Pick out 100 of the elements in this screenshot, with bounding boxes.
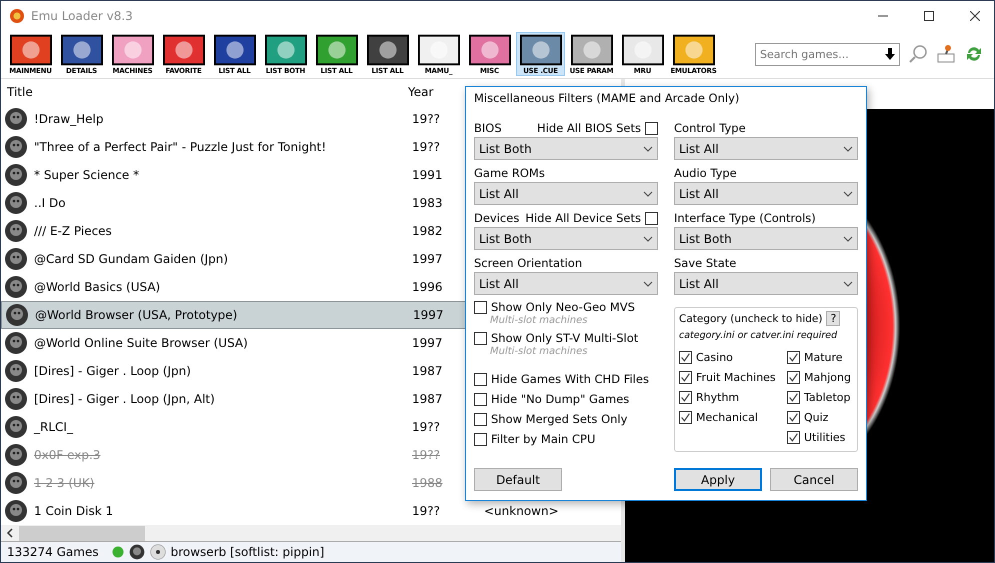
- window-title: Emu Loader v8.3: [31, 8, 133, 22]
- checkmark-icon: [680, 372, 691, 382]
- search-icon[interactable]: [908, 44, 928, 64]
- game-icon: [5, 303, 29, 327]
- category-checkbox[interactable]: Tabletop: [787, 389, 851, 405]
- category-checkbox[interactable]: Fruit Machines: [679, 369, 783, 385]
- filter-label: Devices: [474, 211, 520, 225]
- filter-label: Control Type: [674, 121, 746, 135]
- game-title: !Draw_Help: [34, 112, 105, 126]
- game-year: 19??: [411, 448, 442, 462]
- game-icon: [4, 415, 28, 439]
- dialog-button[interactable]: Cancel: [770, 468, 858, 491]
- option-note: Multi-slot machines: [489, 315, 588, 326]
- game-title: [Dires] - Giger . Loop (Jpn): [34, 364, 192, 378]
- game-year: 1997: [411, 252, 444, 266]
- app-logo-icon: [9, 8, 25, 24]
- dropdown[interactable]: List All: [674, 272, 858, 295]
- dropdown[interactable]: List All: [674, 182, 858, 205]
- category-note: category.ini or catver.ini required: [679, 330, 838, 341]
- option-note: Multi-slot machines: [489, 346, 588, 357]
- option-checkbox[interactable]: Show Only ST-V Multi-Slot: [474, 330, 658, 346]
- game-year: 1987: [411, 364, 444, 378]
- category-checkbox[interactable]: Utilities: [787, 429, 851, 445]
- status-dot-icon: [112, 546, 124, 558]
- dropdown[interactable]: List All: [474, 182, 658, 205]
- game-icon: [4, 247, 28, 271]
- dropdown[interactable]: List Both: [474, 137, 658, 160]
- chevron-down-icon: [643, 190, 653, 196]
- game-title: @World Online Suite Browser (USA): [34, 336, 249, 350]
- game-year: 19??: [411, 140, 442, 154]
- game-title: "Three of a Perfect Pair" - Puzzle Just for Tonight!: [34, 140, 328, 154]
- dialog-button[interactable]: Default: [474, 468, 562, 491]
- game-title: 1 Coin Disk 1: [34, 504, 114, 518]
- dialog-button[interactable]: Apply: [674, 468, 762, 491]
- table-cell-text: <unknown>: [483, 504, 559, 518]
- game-title: @World Browser (USA, Prototype): [35, 308, 238, 322]
- category-checkbox[interactable]: Quiz: [787, 409, 851, 425]
- category-checkbox[interactable]: Mahjong: [787, 369, 851, 385]
- game-icon: [4, 135, 28, 159]
- option-checkbox[interactable]: Filter by Main CPU: [474, 431, 658, 447]
- hide-checkbox[interactable]: Hide All BIOS Sets: [537, 121, 658, 135]
- game-year: 1988: [411, 476, 444, 490]
- checkmark-icon: [680, 352, 691, 362]
- game-icon: [4, 359, 28, 383]
- option-checkbox[interactable]: Show Merged Sets Only: [474, 411, 658, 427]
- category-checkbox[interactable]: Mechanical: [679, 409, 783, 425]
- column-header[interactable]: Year: [402, 85, 468, 99]
- game-title: 0x0F exp.3: [34, 448, 102, 462]
- maximize-icon[interactable]: [924, 10, 934, 20]
- status-text: browserb [softlist: pippin]: [170, 545, 324, 559]
- dropdown[interactable]: List Both: [474, 227, 658, 250]
- checkmark-icon: [788, 432, 799, 442]
- category-checkbox[interactable]: Casino: [679, 349, 783, 365]
- scroll-left-icon[interactable]: [6, 528, 14, 538]
- game-icon: [4, 387, 28, 411]
- chevron-down-icon: [843, 280, 853, 286]
- chevron-down-icon: [643, 236, 653, 242]
- option-checkbox[interactable]: Hide "No Dump" Games: [474, 391, 658, 407]
- hide-checkbox[interactable]: Hide All Device Sets: [525, 211, 658, 225]
- game-title: 1 2 3 (UK): [34, 476, 96, 490]
- game-year: 1991: [411, 168, 444, 182]
- game-icon: [4, 163, 28, 187]
- game-year: 1996: [411, 280, 444, 294]
- chevron-down-icon: [843, 236, 853, 242]
- scrollbar-thumb[interactable]: [19, 526, 145, 540]
- game-icon: [4, 107, 28, 131]
- dropdown[interactable]: List Both: [674, 227, 858, 250]
- game-title: ..I Do: [34, 196, 67, 210]
- game-title: @World Basics (USA): [34, 280, 162, 294]
- disc-icon: [150, 544, 166, 560]
- chevron-down-icon: [643, 280, 653, 286]
- game-count: 133274 Games: [7, 545, 99, 559]
- category-checkbox[interactable]: Rhythm: [679, 389, 783, 405]
- down-arrow-icon[interactable]: [885, 48, 895, 60]
- chevron-down-icon: [843, 190, 853, 196]
- game-icon: [4, 219, 28, 243]
- checkmark-icon: [788, 372, 799, 382]
- joystick-icon[interactable]: [936, 44, 956, 64]
- game-icon: [128, 544, 145, 560]
- checkmark-icon: [788, 412, 799, 422]
- checkmark-icon: [680, 412, 691, 422]
- column-header[interactable]: Title: [1, 85, 402, 99]
- dropdown[interactable]: List All: [474, 272, 658, 295]
- option-checkbox[interactable]: Hide Games With CHD Files: [474, 371, 658, 387]
- dropdown[interactable]: List All: [674, 137, 858, 160]
- close-icon[interactable]: [970, 10, 980, 20]
- game-icon: [4, 471, 28, 495]
- game-title: [Dires] - Giger . Loop (Jpn, Alt): [34, 392, 216, 406]
- category-checkbox[interactable]: Mature: [787, 349, 851, 365]
- filter-label: Interface Type (Controls): [674, 211, 816, 225]
- group-title: Category (uncheck to hide): [679, 312, 822, 324]
- help-button[interactable]: ?: [826, 311, 840, 326]
- game-title: @Card SD Gundam Gaiden (Jpn): [34, 252, 230, 266]
- game-year: 19??: [411, 504, 442, 518]
- game-icon: [4, 191, 28, 215]
- game-title: * Super Science *: [34, 168, 140, 182]
- game-icon: [4, 331, 28, 355]
- game-year: 19??: [411, 420, 442, 434]
- search-field[interactable]: Search games...: [755, 42, 900, 66]
- dialog-title: Miscellaneous Filters (MAME and Arcade Only): [474, 91, 740, 107]
